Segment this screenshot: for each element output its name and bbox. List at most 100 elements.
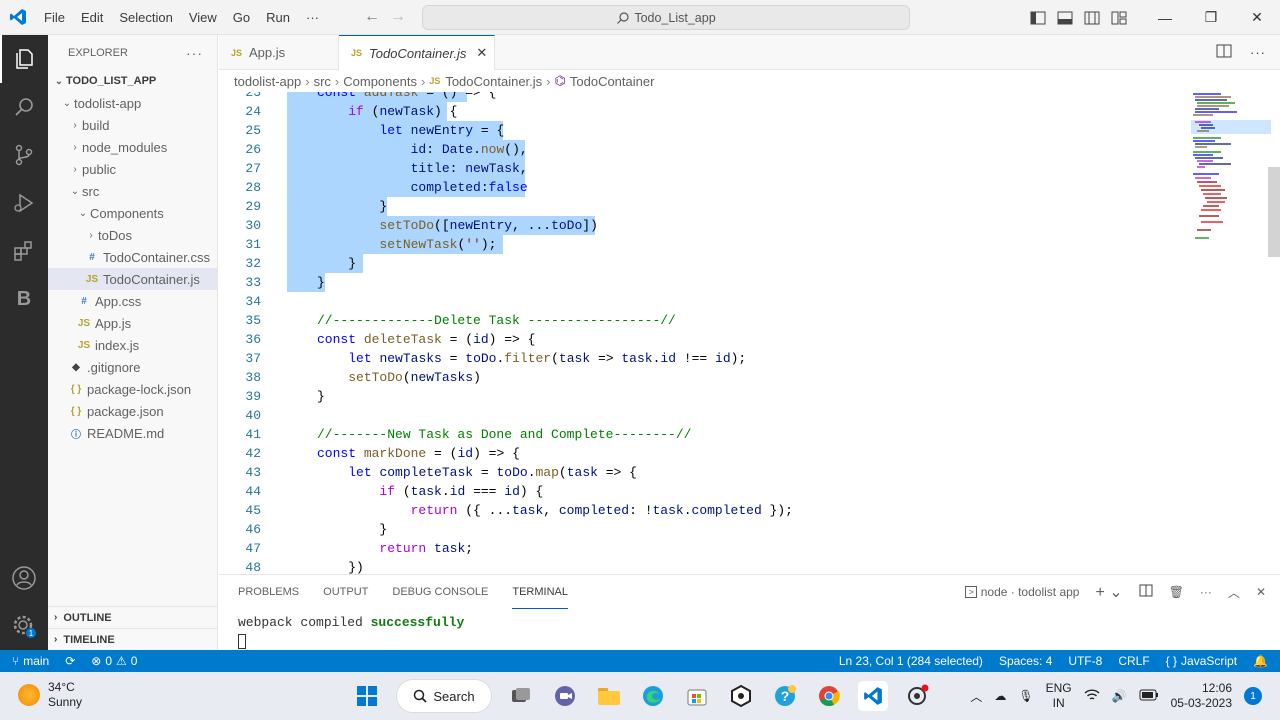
tab-problems[interactable]: PROBLEMS <box>238 575 299 609</box>
sync-icon[interactable]: ⟳ <box>57 654 83 668</box>
more-actions-icon[interactable]: ··· <box>1200 585 1212 599</box>
timeline-section[interactable]: › TIMELINE <box>48 628 218 650</box>
menu-edit[interactable]: Edit <box>73 10 111 25</box>
wifi-icon[interactable] <box>1084 688 1100 705</box>
input-language[interactable]: ENG IN <box>1046 681 1072 711</box>
menu-go[interactable]: Go <box>225 10 258 25</box>
workspace-root[interactable]: ⌄ TODO_LIST_APP <box>48 70 217 92</box>
split-editor-icon[interactable] <box>1216 44 1232 61</box>
tree-item[interactable]: { } package.json <box>48 400 217 422</box>
close-panel-icon[interactable]: ✕ <box>1256 585 1266 599</box>
tree-item[interactable]: › public <box>48 158 217 180</box>
maximize-panel-chevron-up-icon[interactable]: ︿ <box>1228 584 1240 601</box>
task-view-icon[interactable] <box>506 681 536 711</box>
tree-item[interactable]: ⌄ Components <box>48 202 217 224</box>
tree-item[interactable]: JS index.js <box>48 334 217 356</box>
taskbar-search[interactable]: Search <box>396 679 492 713</box>
code-editor[interactable]: 23 const addTask = () => {24 if (newTask)… <box>219 92 1280 574</box>
source-control-icon[interactable] <box>0 131 48 179</box>
accounts-icon[interactable] <box>0 554 48 602</box>
more-actions-icon[interactable]: ··· <box>1250 45 1266 60</box>
file-explorer-icon[interactable] <box>594 681 624 711</box>
tree-item[interactable]: › node_modules <box>48 136 217 158</box>
volume-icon[interactable]: 🔊 <box>1112 689 1127 703</box>
restore-button[interactable]: ❐ <box>1188 0 1234 35</box>
tree-item[interactable]: ◆ .gitignore <box>48 356 217 378</box>
minimize-button[interactable]: — <box>1142 0 1188 35</box>
tree-item[interactable]: › build <box>48 114 217 136</box>
close-window-button[interactable]: ✕ <box>1234 0 1280 35</box>
chatgpt-app-icon[interactable] <box>902 681 932 711</box>
tab-debug-console[interactable]: DEBUG CONSOLE <box>392 575 488 609</box>
encoding[interactable]: UTF-8 <box>1060 654 1110 668</box>
tab-app-js[interactable]: JS App.js <box>219 35 339 70</box>
menu-view[interactable]: View <box>181 10 225 25</box>
breadcrumb-item[interactable]: Components <box>343 74 417 89</box>
tree-item[interactable]: ⓘ README.md <box>48 422 217 444</box>
tree-item[interactable]: # App.css <box>48 290 217 312</box>
indentation[interactable]: Spaces: 4 <box>991 654 1060 668</box>
chrome-browser-icon[interactable] <box>814 681 844 711</box>
notification-badge[interactable]: 1 <box>1244 687 1262 705</box>
help-app-icon[interactable]: ? <box>770 681 800 711</box>
breadcrumb-item[interactable]: TodoContainer.js <box>445 74 542 89</box>
tree-item[interactable]: JS TodoContainer.js <box>48 268 217 290</box>
manage-gear-icon[interactable]: 1 <box>0 602 48 650</box>
menu-file[interactable]: File <box>36 10 73 25</box>
menu-selection[interactable]: Selection <box>111 10 180 25</box>
tree-item[interactable]: # TodoContainer.css <box>48 246 217 268</box>
search-activity-icon[interactable] <box>0 83 48 131</box>
kill-terminal-trash-icon[interactable]: 🗑 <box>1169 585 1184 599</box>
terminal-output[interactable]: webpack compiled successfully <box>238 615 464 630</box>
tree-item[interactable]: { } package-lock.json <box>48 378 217 400</box>
cursor-position[interactable]: Ln 23, Col 1 (284 selected) <box>831 654 991 668</box>
new-terminal-plus-icon[interactable]: + ⌄ <box>1095 582 1122 602</box>
edge-browser-icon[interactable] <box>638 681 668 711</box>
tab-todocontainer-js[interactable]: JS TodoContainer.js ✕ <box>339 35 495 71</box>
tree-item[interactable]: JS App.js <box>48 312 217 334</box>
branch-indicator[interactable]: ⑂ main <box>0 654 57 668</box>
toggle-secondary-sidebar-icon[interactable] <box>1078 0 1105 35</box>
run-debug-icon[interactable] <box>0 179 48 227</box>
battery-icon[interactable] <box>1139 689 1159 704</box>
tab-terminal[interactable]: TERMINAL <box>512 575 568 609</box>
menu-more[interactable]: ··· <box>298 10 327 25</box>
start-windows-icon[interactable] <box>352 681 382 711</box>
show-hidden-icons-chevron[interactable]: ︿ <box>970 688 982 705</box>
breadcrumb-item[interactable]: todolist-app <box>234 74 301 89</box>
end-of-line[interactable]: CRLF <box>1110 654 1157 668</box>
language-mode[interactable]: { } JavaScript <box>1158 654 1245 668</box>
microphone-icon[interactable]: 🎙 <box>1018 689 1033 703</box>
close-tab-icon[interactable]: ✕ <box>476 45 487 61</box>
extensions-icon[interactable] <box>0 227 48 275</box>
breadcrumb-item[interactable]: TodoContainer <box>570 74 655 89</box>
system-clock[interactable]: 12:06 05-03-2023 <box>1171 681 1232 711</box>
github-desktop-icon[interactable] <box>726 681 756 711</box>
split-terminal-icon[interactable] <box>1139 584 1153 600</box>
back-arrow-icon[interactable]: ← <box>364 8 380 26</box>
tree-item[interactable]: ⌄ todolist-app <box>48 92 217 114</box>
microsoft-store-icon[interactable] <box>682 681 712 711</box>
toggle-sidebar-icon[interactable] <box>1024 0 1051 35</box>
terminal-selector[interactable]: > node · todolist app <box>965 585 1079 599</box>
problems-indicator[interactable]: ⊗ 0 ⚠ 0 <box>83 654 145 668</box>
more-actions-icon[interactable]: ··· <box>186 45 203 61</box>
outline-section[interactable]: › OUTLINE <box>48 606 218 628</box>
customize-layout-icon[interactable] <box>1105 0 1132 35</box>
teams-chat-icon[interactable] <box>550 681 580 711</box>
forward-arrow-icon[interactable]: → <box>390 8 406 26</box>
bootstrap-b-icon[interactable]: B <box>0 275 48 323</box>
minimap[interactable] <box>1191 92 1271 262</box>
onedrive-cloud-icon[interactable]: ☁ <box>994 689 1006 703</box>
tree-item[interactable]: ⌄ src <box>48 180 217 202</box>
toggle-panel-icon[interactable] <box>1051 0 1078 35</box>
explorer-files-icon[interactable] <box>0 35 48 83</box>
breadcrumb-item[interactable]: src <box>314 74 331 89</box>
command-center-search[interactable]: Todo_List_app <box>422 5 910 30</box>
vscode-taskbar-icon[interactable] <box>858 681 888 711</box>
notifications-bell-icon[interactable]: 🔔 <box>1245 654 1280 668</box>
weather-widget[interactable]: 34°C Sunny <box>18 680 82 710</box>
menu-run[interactable]: Run <box>258 10 298 25</box>
tab-output[interactable]: OUTPUT <box>323 575 368 609</box>
editor-scrollbar[interactable] <box>1268 167 1280 257</box>
